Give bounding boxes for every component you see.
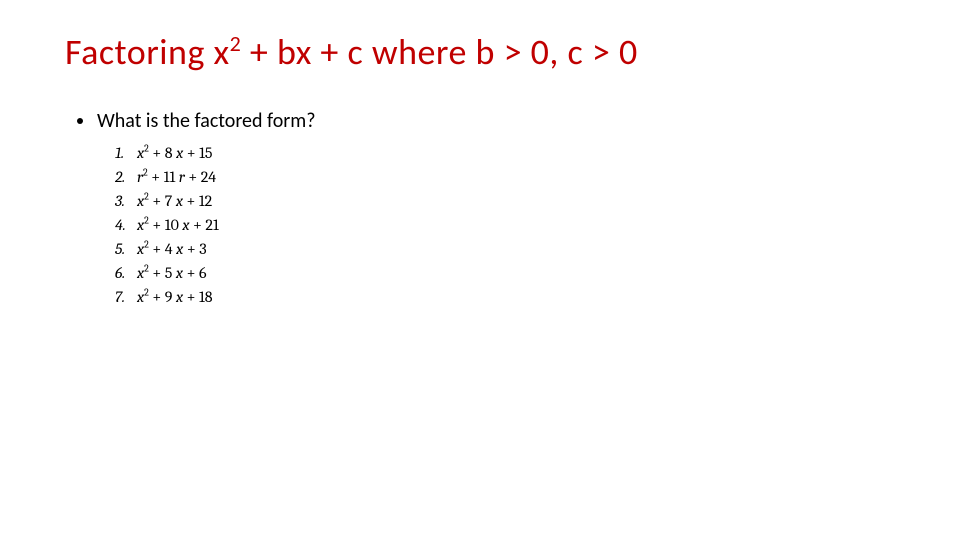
item-expression: x2 + 7 x + 12 [137, 189, 212, 213]
list-item: 7.x2 + 9 x + 18 [115, 285, 895, 309]
item-number: 3. [115, 189, 137, 213]
list-item: 4.x2 + 10 x + 21 [115, 213, 895, 237]
list-item: 5.x2 + 4 x + 3 [115, 237, 895, 261]
page-title: Factoring x2 + bx + c where b > 0, c > 0 [65, 30, 895, 74]
content-area: What is the factored form? 1.x2 + 8 x + … [77, 109, 895, 309]
list-item: 3.x2 + 7 x + 12 [115, 189, 895, 213]
item-expression: x2 + 4 x + 3 [137, 237, 207, 261]
item-expression: x2 + 8 x + 15 [137, 141, 213, 165]
item-number: 6. [115, 261, 137, 285]
item-expression: x2 + 9 x + 18 [137, 285, 213, 309]
question-row: What is the factored form? [77, 109, 895, 133]
item-number: 2. [115, 165, 137, 189]
title-suffix: + bx + c where b > 0, c > 0 [241, 30, 637, 74]
list-item: 6.x2 + 5 x + 6 [115, 261, 895, 285]
question-text: What is the factored form? [97, 109, 315, 133]
bullet-icon [77, 118, 83, 124]
list-item: 2.r2 + 11 r + 24 [115, 165, 895, 189]
title-sup: 2 [230, 30, 242, 57]
title-prefix: Factoring x [65, 30, 230, 74]
item-number: 7. [115, 285, 137, 309]
item-expression: x2 + 10 x + 21 [137, 213, 219, 237]
problem-list: 1.x2 + 8 x + 152.r2 + 11 r + 243.x2 + 7 … [115, 141, 895, 309]
item-number: 4. [115, 213, 137, 237]
list-item: 1.x2 + 8 x + 15 [115, 141, 895, 165]
item-expression: r2 + 11 r + 24 [137, 165, 216, 189]
item-expression: x2 + 5 x + 6 [137, 261, 206, 285]
item-number: 5. [115, 237, 137, 261]
item-number: 1. [115, 141, 137, 165]
